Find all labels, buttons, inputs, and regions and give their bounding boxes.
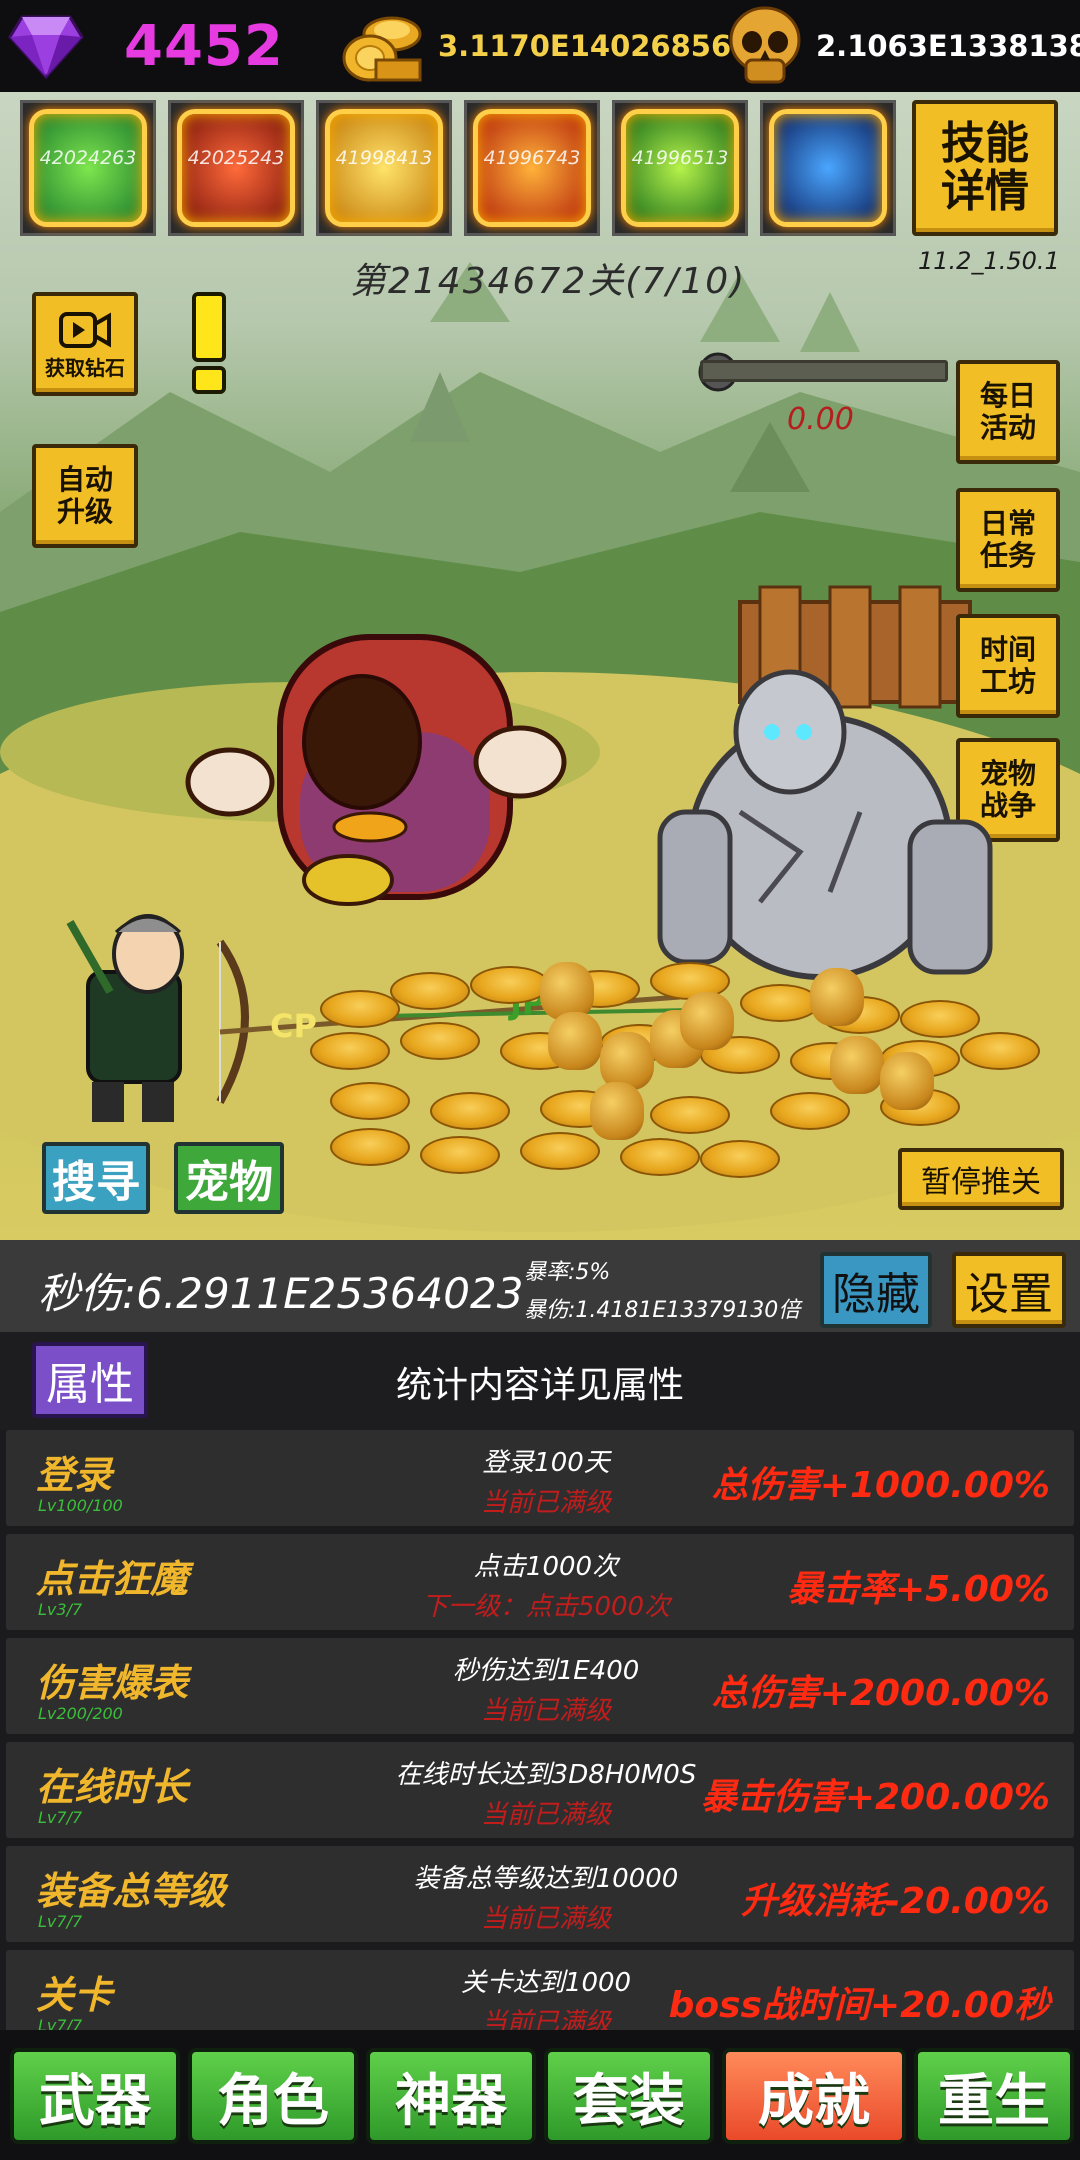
attributes-tab-button[interactable]: 属性 bbox=[32, 1342, 148, 1418]
settings-button[interactable]: 设置 bbox=[952, 1252, 1066, 1328]
alert-exclamation-icon[interactable] bbox=[186, 292, 232, 396]
pause-push-button[interactable]: 暂停推关 bbox=[898, 1148, 1064, 1210]
get-gems-label: 获取钻石 bbox=[45, 355, 125, 380]
tab-artifacts[interactable]: 神器 bbox=[366, 2048, 536, 2144]
hide-button[interactable]: 隐藏 bbox=[820, 1252, 932, 1328]
achievement-name: 关卡 bbox=[36, 1973, 113, 2017]
skill-slot-6[interactable] bbox=[760, 100, 896, 236]
achievement-bonus: 总伤害+1000.00% bbox=[711, 1465, 1050, 1506]
achievement-status: 当前已满级 bbox=[480, 1904, 611, 1934]
skill-cooldown-2: 42025243 bbox=[187, 147, 285, 169]
achievement-level: Lv200/200 bbox=[38, 1704, 123, 1723]
golden-skull-icon bbox=[729, 6, 801, 84]
achievement-row: 装备总等级 Lv7/7 装备总等级达到10000 当前已满级 升级消耗-20.0… bbox=[6, 1846, 1074, 1942]
achievement-name: 点击狂魔 bbox=[36, 1557, 189, 1601]
gem-icon bbox=[8, 15, 84, 80]
achievement-bonus: 暴击伤害+200.00% bbox=[700, 1777, 1050, 1818]
achievement-row: 在线时长 Lv7/7 在线时长达到3D8H0M0S 当前已满级 暴击伤害+200… bbox=[6, 1742, 1074, 1838]
crit-rate-value: 暴率:5% bbox=[524, 1260, 611, 1285]
skill-cooldown-3: 41998413 bbox=[335, 147, 433, 169]
pets-button[interactable]: 宠物 bbox=[174, 1142, 284, 1214]
achievement-level: Lv100/100 bbox=[38, 1496, 123, 1515]
achievement-bonus: 暴击率+5.00% bbox=[786, 1569, 1050, 1610]
skill-slot-3[interactable]: 41998413 bbox=[316, 100, 452, 236]
stats-bar: 秒伤:6.2911E25364023 暴率:5% 暴伤:1.4181E13379… bbox=[0, 1240, 1080, 1332]
skill-cooldown-1: 42024263 bbox=[39, 147, 137, 169]
skill-cooldown-5: 41996513 bbox=[631, 147, 729, 169]
gold-resource: 3.1170E14026856 bbox=[340, 0, 731, 92]
skill-slot-1[interactable]: 42024263 bbox=[20, 100, 156, 236]
achievement-list[interactable]: 登录 Lv100/100 登录100天 当前已满级 总伤害+1000.00% 点… bbox=[0, 1430, 1080, 2030]
tab-rebirth[interactable]: 重生 bbox=[914, 2048, 1074, 2144]
achievement-bonus: boss战时间+20.00秒 bbox=[668, 1985, 1050, 2026]
skill-slot-4[interactable]: 41996743 bbox=[464, 100, 600, 236]
pet-war-button[interactable]: 宠物 战争 bbox=[956, 738, 1060, 842]
achievement-goal: 装备总等级达到10000 bbox=[413, 1864, 679, 1894]
daily-tasks-button[interactable]: 日常 任务 bbox=[956, 488, 1060, 592]
dps-value: 秒伤:6.2911E25364023 bbox=[38, 1269, 524, 1318]
skull-resource: 2.1063E13381387 bbox=[726, 0, 1080, 92]
achievement-level: Lv3/7 bbox=[38, 1600, 83, 1619]
get-gems-button[interactable]: 获取钻石 bbox=[32, 292, 138, 396]
gold-count: 3.1170E14026856 bbox=[438, 29, 732, 63]
tab-sets[interactable]: 套装 bbox=[544, 2048, 714, 2144]
skill-slot-5[interactable]: 41996513 bbox=[612, 100, 748, 236]
achievement-bonus: 升级消耗-20.00% bbox=[741, 1881, 1050, 1922]
gem-count: 4452 bbox=[124, 13, 284, 79]
attributes-header: 属性 统计内容详见属性 bbox=[0, 1332, 1080, 1430]
attributes-summary: 统计内容详见属性 bbox=[395, 1365, 684, 1406]
achievement-row: 关卡 Lv7/7 关卡达到1000 当前已满级 boss战时间+20.00秒 bbox=[6, 1950, 1074, 2030]
achievement-name: 伤害爆表 bbox=[36, 1661, 189, 1705]
achievement-level: Lv7/7 bbox=[38, 1912, 83, 1931]
achievement-level: Lv7/7 bbox=[38, 1808, 83, 1827]
crit-damage-value: 暴伤:1.4181E13379130倍 bbox=[524, 1298, 801, 1323]
video-camera-icon bbox=[59, 311, 111, 348]
tab-characters[interactable]: 角色 bbox=[188, 2048, 358, 2144]
battle-scene[interactable]: 42024263 42025243 41998413 41996743 4199… bbox=[0, 92, 1080, 1240]
achievement-bonus: 总伤害+2000.00% bbox=[711, 1673, 1050, 1714]
gold-coin-stack-icon bbox=[342, 16, 422, 82]
achievement-status: 下一级：点击5000次 bbox=[421, 1592, 671, 1622]
achievement-name: 在线时长 bbox=[36, 1765, 189, 1809]
achievement-row: 登录 Lv100/100 登录100天 当前已满级 总伤害+1000.00% bbox=[6, 1430, 1074, 1526]
skill-details-button[interactable]: 技能 详情 bbox=[912, 100, 1058, 236]
boss-hp-value: 0.00 bbox=[787, 402, 854, 437]
search-button[interactable]: 搜寻 bbox=[42, 1142, 150, 1214]
achievement-name: 登录 bbox=[36, 1453, 113, 1497]
boss-hp-bar bbox=[700, 360, 948, 382]
achievement-name: 装备总等级 bbox=[36, 1869, 227, 1913]
bottom-tab-bar: 武器 角色 神器 套装 成就 重生 bbox=[0, 2030, 1080, 2160]
skill-cooldown-4: 41996743 bbox=[483, 147, 581, 169]
level-indicator: 第21434672关(7/10) bbox=[350, 261, 747, 302]
gem-resource: 4452 bbox=[8, 0, 284, 92]
version-label: 11.2_1.50.1 bbox=[918, 247, 1060, 275]
tab-achievements[interactable]: 成就 bbox=[722, 2048, 906, 2144]
achievement-row: 点击狂魔 Lv3/7 点击1000次 下一级：点击5000次 暴击率+5.00% bbox=[6, 1534, 1074, 1630]
tab-weapons[interactable]: 武器 bbox=[10, 2048, 180, 2144]
achievement-goal: 点击1000次 bbox=[473, 1552, 619, 1582]
achievement-level: Lv7/7 bbox=[38, 2016, 83, 2030]
resource-bar: 4452 3.1170E14026856 2.1063E13381387 bbox=[0, 0, 1080, 92]
auto-upgrade-button[interactable]: 自动 升级 bbox=[32, 444, 138, 548]
skull-count: 2.1063E13381387 bbox=[816, 29, 1080, 63]
skill-icon-6 bbox=[769, 109, 887, 227]
daily-activity-button[interactable]: 每日 活动 bbox=[956, 360, 1060, 464]
skill-slot-2[interactable]: 42025243 bbox=[168, 100, 304, 236]
time-workshop-button[interactable]: 时间 工坊 bbox=[956, 614, 1060, 718]
achievement-row: 伤害爆表 Lv200/200 秒伤达到1E400 当前已满级 总伤害+2000.… bbox=[6, 1638, 1074, 1734]
